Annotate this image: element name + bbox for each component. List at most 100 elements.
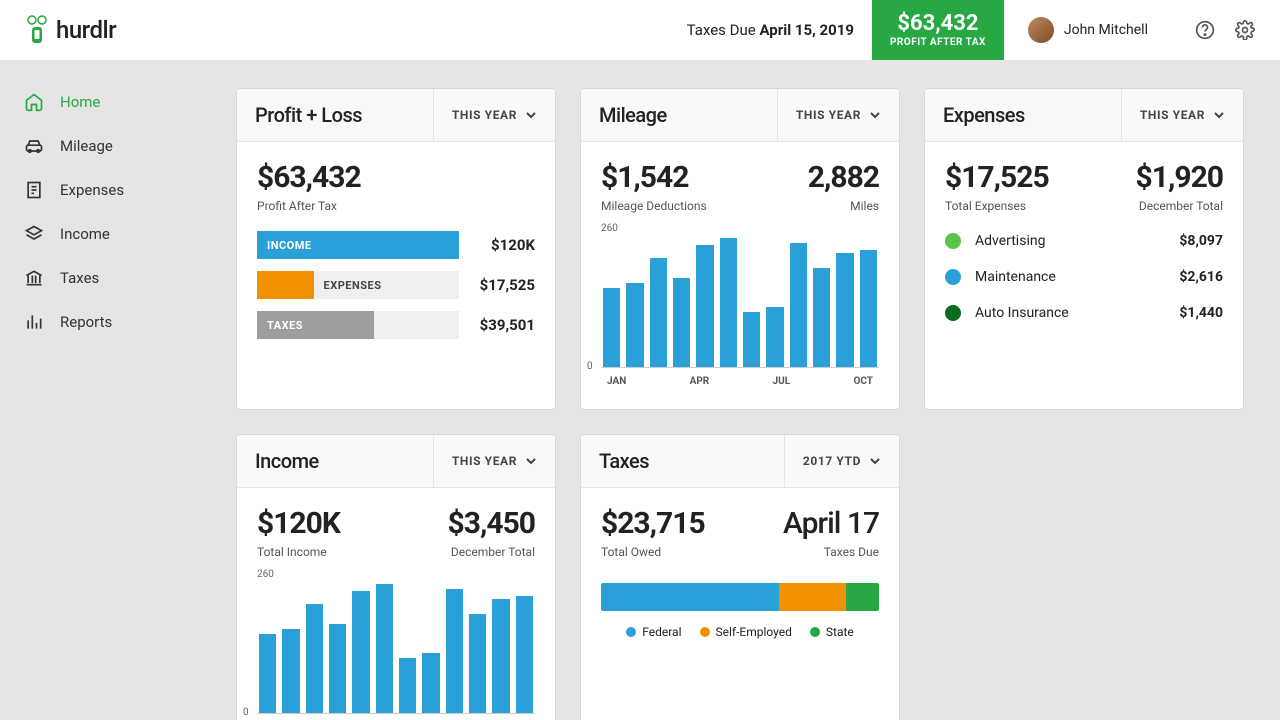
x-tick: JAN [607, 376, 626, 387]
bar [720, 238, 737, 367]
period-selector[interactable]: THIS YEAR [777, 89, 899, 141]
tax-legend: Federal Self-Employed State [601, 625, 879, 639]
total-owed-label: Total Owed [601, 545, 705, 559]
pl-fill [257, 271, 314, 299]
avatar [1028, 17, 1054, 43]
category-dot [945, 305, 961, 321]
bar [516, 596, 533, 713]
total-income-value: $120K [257, 506, 340, 541]
mileage-deductions-value: $1,542 [601, 160, 707, 195]
x-axis-labels: JAN APR JUL OCT [601, 376, 879, 387]
category-value: $2,616 [1179, 269, 1223, 285]
profit-label: PROFIT AFTER TAX [890, 37, 986, 48]
card-taxes: Taxes 2017 YTD $23,715 Total Owed April … [580, 434, 900, 720]
legend-dot [700, 627, 710, 637]
x-tick: JUL [773, 376, 791, 387]
x-tick: APR [690, 376, 710, 387]
bar [673, 278, 690, 367]
miles-value: 2,882 [808, 160, 879, 195]
bar [626, 283, 643, 367]
nav-item-expenses[interactable]: Expenses [0, 168, 210, 212]
bank-icon [24, 268, 44, 288]
legend-item: Self-Employed [700, 625, 792, 639]
nav-item-home[interactable]: Home [0, 80, 210, 124]
card-expenses: Expenses THIS YEAR $17,525 Total Expense… [924, 88, 1244, 410]
card-profit-loss: Profit + Loss THIS YEAR $63,432 Profit A… [236, 88, 556, 410]
brand-logo[interactable]: hurdlr [24, 15, 116, 45]
bar [282, 629, 299, 713]
pl-fill: TAXES [257, 311, 374, 339]
period-selector[interactable]: THIS YEAR [1121, 89, 1243, 141]
y-axis-max: 260 [601, 223, 879, 234]
bar [813, 268, 830, 367]
category-label: Maintenance [975, 269, 1056, 285]
car-icon [24, 136, 44, 156]
legend-dot [626, 627, 636, 637]
legend-item: Federal [626, 625, 681, 639]
chevron-down-icon [525, 455, 537, 467]
y-axis-min: 0 [243, 707, 249, 718]
expense-row[interactable]: Advertising$8,097 [945, 233, 1223, 249]
bar [790, 243, 807, 367]
nav-label: Home [60, 93, 100, 111]
card-mileage: Mileage THIS YEAR $1,542 Mileage Deducti… [580, 88, 900, 410]
nav-item-reports[interactable]: Reports [0, 300, 210, 344]
card-title: Income [237, 435, 337, 487]
profit-amount: $63,432 [897, 13, 978, 35]
chevron-down-icon [869, 109, 881, 121]
legend-dot [810, 627, 820, 637]
december-total-value: $1,920 [1136, 160, 1223, 195]
nav-label: Mileage [60, 137, 113, 155]
period-selector[interactable]: THIS YEAR [433, 89, 555, 141]
miles-label: Miles [808, 199, 879, 213]
receipt-icon [24, 180, 44, 200]
pl-row-taxes: TAXES $39,501 [257, 311, 535, 339]
main-content: Profit + Loss THIS YEAR $63,432 Profit A… [210, 60, 1280, 720]
settings-icon[interactable] [1234, 19, 1256, 41]
nav-item-income[interactable]: Income [0, 212, 210, 256]
pl-value: $120K [471, 236, 535, 254]
nav-item-taxes[interactable]: Taxes [0, 256, 210, 300]
legend-item: State [810, 625, 854, 639]
category-value: $1,440 [1179, 305, 1223, 321]
expense-row[interactable]: Maintenance $2,616 [945, 269, 1223, 285]
bar [352, 591, 369, 713]
nav-item-mileage[interactable]: Mileage [0, 124, 210, 168]
pl-value: $17,525 [471, 276, 535, 294]
chevron-down-icon [869, 455, 881, 467]
period-selector[interactable]: 2017 YTD [784, 435, 899, 487]
pl-track: TAXES [257, 311, 459, 339]
top-bar: hurdlr Taxes Due April 15, 2019 $63,432 … [0, 0, 1280, 60]
user-menu[interactable]: John Mitchell [1028, 17, 1148, 43]
nav-label: Expenses [60, 181, 124, 199]
category-value: $8,097 [1179, 233, 1223, 249]
y-axis-min: 0 [587, 361, 593, 372]
x-tick: OCT [853, 376, 873, 387]
pl-row-expenses: EXPENSES $17,525 [257, 271, 535, 299]
total-income-label: Total Income [257, 545, 340, 559]
tax-segment-state [846, 583, 879, 611]
bar [259, 634, 276, 713]
total-expenses-value: $17,525 [945, 160, 1049, 195]
nav-label: Reports [60, 313, 112, 331]
bar [469, 614, 486, 713]
income-december-label: December Total [448, 545, 535, 559]
category-dot [945, 269, 961, 285]
profit-after-tax-badge[interactable]: $63,432 PROFIT AFTER TAX [872, 0, 1004, 60]
expense-row[interactable]: Auto Insurance$1,440 [945, 305, 1223, 321]
taxes-due-date: April 17 [783, 506, 879, 541]
profit-loss-subtitle: Profit After Tax [257, 199, 535, 213]
total-owed-value: $23,715 [601, 506, 705, 541]
income-december-value: $3,450 [448, 506, 535, 541]
brand-name: hurdlr [56, 16, 116, 44]
help-icon[interactable] [1194, 19, 1216, 41]
period-selector[interactable]: THIS YEAR [433, 435, 555, 487]
taxes-due-text: Taxes Due April 15, 2019 [687, 21, 854, 39]
pl-fill: INCOME [257, 231, 459, 259]
bar [860, 250, 877, 367]
december-total-label: December Total [1136, 199, 1223, 213]
card-title: Profit + Loss [237, 89, 380, 141]
tax-segment-self-employed [779, 583, 846, 611]
pl-track: EXPENSES [257, 271, 459, 299]
mileage-bar-chart: 0 [601, 238, 879, 368]
